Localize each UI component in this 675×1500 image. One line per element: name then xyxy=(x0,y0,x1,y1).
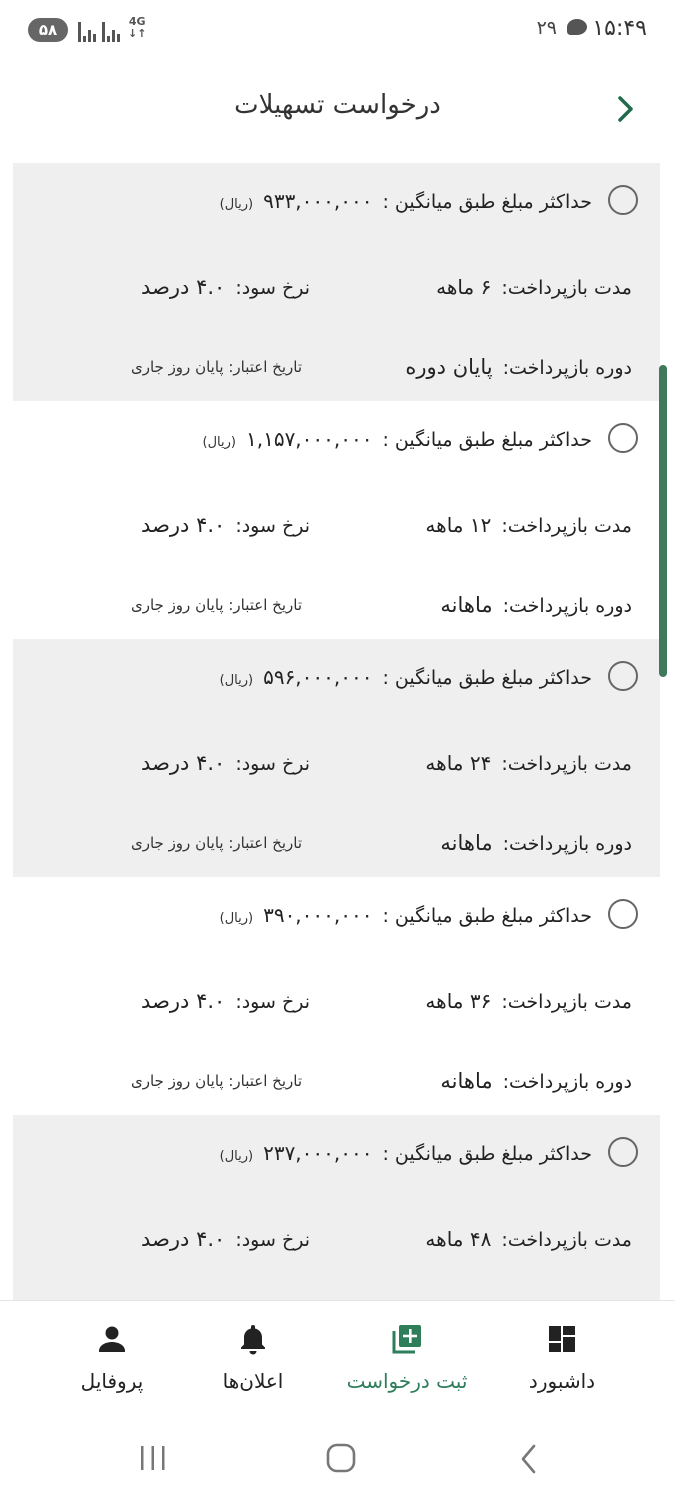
signal-icon xyxy=(102,18,120,42)
offer-amount: ۳۹۰,۰۰۰,۰۰۰ xyxy=(263,903,373,927)
nav-announcements-label: اعلان‌ها xyxy=(222,1369,284,1393)
recent-apps-icon[interactable] xyxy=(138,1444,168,1472)
signal-icon xyxy=(78,18,96,42)
period-label: دوره بازپرداخت: xyxy=(502,1071,632,1093)
period-label: دوره بازپرداخت: xyxy=(502,595,632,617)
offer-amount: ۱,۱۵۷,۰۰۰,۰۰۰ xyxy=(245,427,373,451)
rate-label: نرخ سود: xyxy=(235,515,310,537)
rate-label: نرخ سود: xyxy=(235,1229,310,1251)
currency-unit: (ریال) xyxy=(219,1149,254,1164)
nav-profile[interactable]: پروفایل xyxy=(42,1319,182,1399)
max-amount-label: حداکثر مبلغ طبق میانگین : xyxy=(382,191,592,213)
nav-new-request[interactable]: ثبت درخواست xyxy=(337,1319,477,1399)
back-button[interactable] xyxy=(611,92,641,126)
max-amount-label: حداکثر مبلغ طبق میانگین : xyxy=(382,1143,592,1165)
max-amount-label: حداکثر مبلغ طبق میانگین : xyxy=(382,429,592,451)
term-value: ۳۶ ماهه xyxy=(425,989,492,1013)
loan-offer-card[interactable]: حداکثر مبلغ طبق میانگین : ۵۹۶,۰۰۰,۰۰۰ (ریا… xyxy=(13,639,660,877)
battery-indicator: ۵۸ xyxy=(28,18,68,42)
term-label: مدت بازپرداخت: xyxy=(501,1229,632,1251)
term-value: ۲۴ ماهه xyxy=(425,751,492,775)
term-label: مدت بازپرداخت: xyxy=(501,277,632,299)
loan-offer-card[interactable]: حداکثر مبلغ طبق میانگین : ۱,۱۵۷,۰۰۰,۰۰۰ (ر… xyxy=(13,401,660,639)
term-label: مدت بازپرداخت: xyxy=(501,991,632,1013)
back-nav-icon[interactable] xyxy=(518,1443,542,1475)
rate-label: نرخ سود: xyxy=(235,991,310,1013)
currency-unit: (ریال) xyxy=(219,673,254,688)
period-label: دوره بازپرداخت: xyxy=(502,357,632,379)
bell-icon xyxy=(241,1325,265,1355)
term-label: مدت بازپرداخت: xyxy=(501,753,632,775)
dashboard-icon xyxy=(549,1326,575,1352)
rate-label: نرخ سود: xyxy=(235,277,310,299)
message-icon xyxy=(567,19,587,35)
validity-text: تاریخ اعتبار: پایان روز جاری xyxy=(130,358,302,376)
period-value: ماهانه xyxy=(440,593,493,617)
offer-radio[interactable] xyxy=(608,661,638,691)
rate-value: ۴.۰ درصد xyxy=(141,989,226,1013)
bottom-navigation: داشبورد ثبت درخواست اعلان‌ها xyxy=(0,1300,675,1411)
person-icon xyxy=(99,1326,125,1352)
nav-dashboard[interactable]: داشبورد xyxy=(492,1319,632,1399)
rate-value: ۴.۰ درصد xyxy=(141,275,226,299)
max-amount-label: حداکثر مبلغ طبق میانگین : xyxy=(382,667,592,689)
home-icon[interactable] xyxy=(325,1442,357,1474)
period-value: ماهانه xyxy=(440,1069,493,1093)
term-value: ۶ ماهه xyxy=(436,275,492,299)
chevron-right-icon xyxy=(618,96,633,122)
currency-unit: (ریال) xyxy=(219,197,254,212)
rate-value: ۴.۰ درصد xyxy=(141,1227,226,1251)
period-value: پایان دوره xyxy=(405,355,493,379)
clock: ۱۵:۴۹ xyxy=(592,16,647,41)
offer-radio[interactable] xyxy=(608,423,638,453)
nav-announcements[interactable]: اعلان‌ها xyxy=(183,1319,323,1399)
rate-label: نرخ سود: xyxy=(235,753,310,775)
loan-offer-card[interactable]: حداکثر مبلغ طبق میانگین : ۳۹۰,۰۰۰,۰۰۰ (ریا… xyxy=(13,877,660,1115)
scrollbar[interactable] xyxy=(659,365,667,677)
offer-radio[interactable] xyxy=(608,1137,638,1167)
nav-new-request-label: ثبت درخواست xyxy=(346,1369,468,1393)
offer-amount: ۲۳۷,۰۰۰,۰۰۰ xyxy=(263,1141,373,1165)
term-label: مدت بازپرداخت: xyxy=(501,515,632,537)
offer-radio[interactable] xyxy=(608,185,638,215)
period-value: ماهانه xyxy=(440,831,493,855)
currency-unit: (ریال) xyxy=(202,435,236,450)
nav-profile-label: پروفایل xyxy=(80,1369,144,1393)
currency-unit: (ریال) xyxy=(219,911,254,926)
term-value: ۴۸ ماهه xyxy=(425,1227,492,1251)
rate-value: ۴.۰ درصد xyxy=(141,751,226,775)
loan-offer-card[interactable]: حداکثر مبلغ طبق میانگین : ۹۳۳,۰۰۰,۰۰۰ (ریا… xyxy=(13,163,660,401)
loan-offer-card[interactable]: حداکثر مبلغ طبق میانگین : ۲۳۷,۰۰۰,۰۰۰ (ریا… xyxy=(13,1115,660,1300)
add-request-icon xyxy=(392,1325,421,1354)
validity-text: تاریخ اعتبار: پایان روز جاری xyxy=(130,834,302,852)
period-label: دوره بازپرداخت: xyxy=(502,833,632,855)
rate-value: ۴.۰ درصد xyxy=(141,513,226,537)
validity-text: تاریخ اعتبار: پایان روز جاری xyxy=(130,596,302,614)
app-header: درخواست تسهیلات xyxy=(0,62,675,156)
offer-radio[interactable] xyxy=(608,899,638,929)
network-type: 4G ↓↑ xyxy=(128,15,147,40)
offer-amount: ۵۹۶,۰۰۰,۰۰۰ xyxy=(263,665,373,689)
term-value: ۱۲ ماهه xyxy=(425,513,492,537)
validity-text: تاریخ اعتبار: پایان روز جاری xyxy=(130,1072,302,1090)
loan-offers-list[interactable]: حداکثر مبلغ طبق میانگین : ۹۳۳,۰۰۰,۰۰۰ (ریا… xyxy=(13,163,660,1300)
nav-dashboard-label: داشبورد xyxy=(528,1369,596,1393)
offer-amount: ۹۳۳,۰۰۰,۰۰۰ xyxy=(263,189,373,213)
system-navigation-bar xyxy=(0,1410,675,1500)
max-amount-label: حداکثر مبلغ طبق میانگین : xyxy=(382,905,592,927)
notification-count: ۲۹ xyxy=(536,17,557,39)
status-bar: ۵۸ 4G ↓↑ ۲۹ ۱۵:۴۹ xyxy=(0,0,675,62)
page-title: درخواست تسهیلات xyxy=(234,90,441,120)
